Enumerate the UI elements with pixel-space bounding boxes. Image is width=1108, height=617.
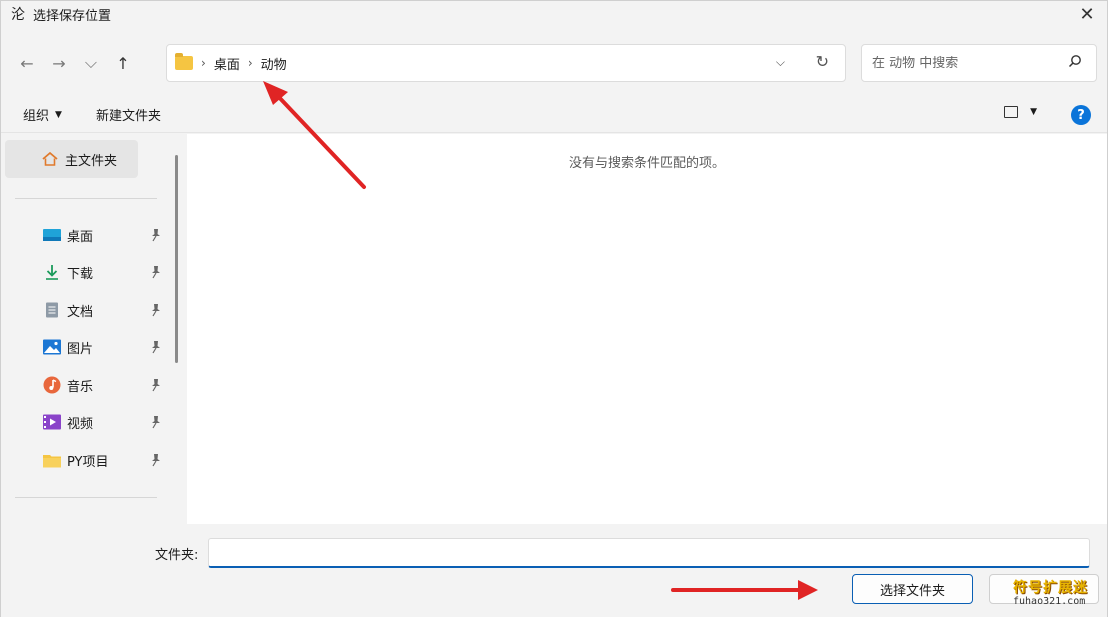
sidebar-scrollbar[interactable] xyxy=(175,155,178,363)
watermark: 符号扩展迷 fuhao321.com xyxy=(1009,577,1101,613)
search-box[interactable] xyxy=(861,44,1097,82)
close-icon: ✕ xyxy=(1079,3,1095,25)
recent-locations-button[interactable]: ⌵ xyxy=(75,47,107,79)
sidebar-item-label: 主文件夹 xyxy=(65,153,118,169)
sidebar-item-label: 视频 xyxy=(67,416,94,432)
pin-icon[interactable] xyxy=(150,453,162,467)
forward-arrow-icon: → xyxy=(52,53,66,73)
up-button[interactable]: ↑ xyxy=(107,47,139,79)
window-title: 选择保存位置 xyxy=(33,8,112,24)
sidebar-item-music[interactable]: 音乐 xyxy=(3,370,168,400)
refresh-icon[interactable]: ↻ xyxy=(816,52,829,71)
folder-icon xyxy=(43,452,61,468)
close-button[interactable]: ✕ xyxy=(1073,1,1101,27)
view-options-button[interactable]: ▼ xyxy=(1004,106,1037,118)
file-list-pane[interactable]: 没有与搜索条件匹配的项。 xyxy=(187,134,1107,524)
command-bar: 组织 ▼ 新建文件夹 ▼ ? xyxy=(1,97,1107,133)
breadcrumb-separator-icon: › xyxy=(201,56,206,70)
sidebar-item-desktop[interactable]: 桌面 xyxy=(3,220,168,250)
address-bar[interactable]: › 桌面 › 动物 ⌵ ↻ xyxy=(166,44,846,82)
navigation-bar: ← → ⌵ ↑ › 桌面 › 动物 ⌵ ↻ xyxy=(1,35,1107,91)
pin-icon[interactable] xyxy=(150,265,162,279)
sidebar-item-label: 桌面 xyxy=(67,229,94,245)
caret-down-icon: ▼ xyxy=(1030,107,1037,117)
sidebar-item-label: 文档 xyxy=(67,304,94,320)
new-folder-label: 新建文件夹 xyxy=(95,109,161,124)
sidebar-item-home[interactable]: 主文件夹 xyxy=(5,140,138,178)
breadcrumb-desktop[interactable]: 桌面 xyxy=(214,54,240,73)
pin-icon[interactable] xyxy=(150,340,162,354)
sidebar-item-downloads[interactable]: 下载 xyxy=(3,257,168,287)
select-folder-button[interactable]: 选择文件夹 xyxy=(852,574,973,604)
watermark-title: 符号扩展迷 xyxy=(1013,580,1088,596)
help-icon: ? xyxy=(1077,107,1085,123)
empty-results-message: 没有与搜索条件匹配的项。 xyxy=(568,156,725,171)
chevron-down-icon: ⌵ xyxy=(84,53,98,72)
desktop-icon xyxy=(43,227,61,243)
folder-icon xyxy=(175,53,193,70)
sidebar-item-label: 图片 xyxy=(67,341,94,357)
address-dropdown-icon[interactable]: ⌵ xyxy=(776,55,785,70)
pin-icon[interactable] xyxy=(150,228,162,242)
folder-field-label: 文件夹: xyxy=(155,548,199,563)
forward-button[interactable]: → xyxy=(43,47,75,79)
pictures-icon xyxy=(43,339,61,355)
sidebar-item-videos[interactable]: 视频 xyxy=(3,407,168,437)
back-button[interactable]: ← xyxy=(11,47,43,79)
sidebar-item-pictures[interactable]: 图片 xyxy=(3,332,168,362)
pin-icon[interactable] xyxy=(150,303,162,317)
breadcrumb-animals[interactable]: 动物 xyxy=(261,54,287,73)
watermark-url: fuhao321.com xyxy=(1013,596,1086,607)
folder-name-input[interactable] xyxy=(208,538,1090,568)
search-icon[interactable] xyxy=(1068,54,1082,68)
download-icon xyxy=(43,264,61,280)
sidebar-item-label: 音乐 xyxy=(67,379,94,395)
pin-icon[interactable] xyxy=(150,415,162,429)
sidebar-divider xyxy=(15,497,157,498)
pin-icon[interactable] xyxy=(150,378,162,392)
home-icon xyxy=(42,151,58,166)
view-icon xyxy=(1004,106,1019,118)
organize-label: 组织 xyxy=(23,109,50,124)
back-arrow-icon: ← xyxy=(20,53,34,73)
organize-menu[interactable]: 组织 ▼ xyxy=(23,105,62,124)
sidebar-item-label: 下载 xyxy=(67,266,94,282)
document-icon xyxy=(43,302,61,318)
caret-down-icon: ▼ xyxy=(55,109,62,120)
dialog-footer: 文件夹: 选择文件夹 xyxy=(1,524,1107,617)
title-bar: 沦 选择保存位置 ✕ xyxy=(1,1,1107,27)
sidebar-item-py-project[interactable]: PY项目 xyxy=(3,445,168,475)
sidebar-item-label: PY项目 xyxy=(67,454,109,470)
music-icon xyxy=(43,376,61,394)
save-location-dialog: 沦 选择保存位置 ✕ ← → ⌵ ↑ › 桌面 › 动物 ⌵ ↻ 组织 xyxy=(0,0,1108,617)
new-folder-button[interactable]: 新建文件夹 xyxy=(96,105,161,124)
sidebar-divider xyxy=(15,198,157,199)
breadcrumb-separator-icon: › xyxy=(247,56,253,70)
sidebar-item-documents[interactable]: 文档 xyxy=(3,295,168,325)
search-input[interactable] xyxy=(872,55,1052,71)
up-arrow-icon: ↑ xyxy=(116,53,130,73)
app-icon: 沦 xyxy=(11,7,25,23)
navigation-pane: 主文件夹 桌面 下载 文档 图片 音乐 视频 PY项目 xyxy=(3,134,168,524)
help-button[interactable]: ? xyxy=(1071,105,1091,125)
video-icon xyxy=(43,414,61,430)
